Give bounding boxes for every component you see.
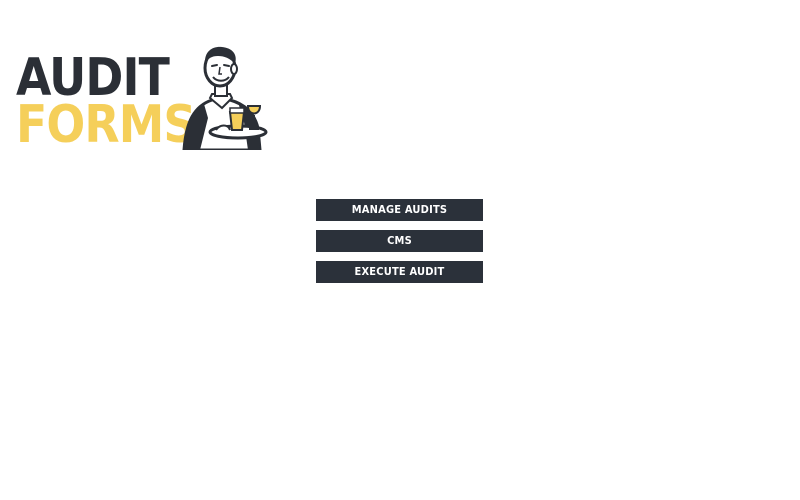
manage-audits-button[interactable]: MANAGE AUDITS [316,199,483,221]
waiter-with-tray-icon [182,46,268,150]
logo-text-forms: FORMS [16,95,196,155]
cms-button[interactable]: CMS [316,230,483,252]
main-menu: MANAGE AUDITS CMS EXECUTE AUDIT [316,199,483,292]
execute-audit-button[interactable]: EXECUTE AUDIT [316,261,483,283]
audit-forms-logo: AUDIT FORMS [16,44,268,155]
app-page: AUDIT FORMS MANAGE AUDITS CMS EXECUTE AU… [0,0,800,500]
